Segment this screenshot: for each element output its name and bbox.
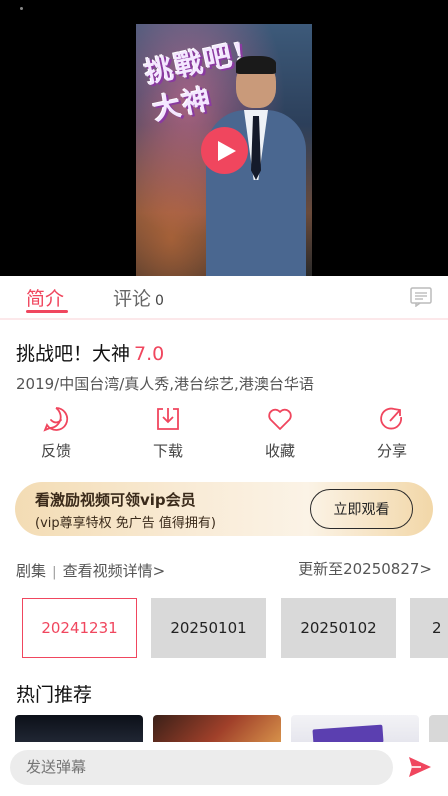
download-button[interactable]: 下载 bbox=[138, 406, 198, 461]
episode-item[interactable]: 20250102 bbox=[281, 598, 396, 658]
recommend-card[interactable] bbox=[15, 715, 143, 745]
show-title: 挑战吧！大神 bbox=[16, 343, 131, 365]
favorite-button[interactable]: 收藏 bbox=[250, 406, 310, 461]
vip-title: 看激励视频可领vip会员 bbox=[35, 491, 196, 509]
danmu-input[interactable] bbox=[10, 750, 393, 785]
episode-list: 20241231 20250101 20250102 2 bbox=[22, 598, 448, 658]
show-score: 7.0 bbox=[134, 343, 165, 365]
details-link[interactable]: 查看视频详情> bbox=[63, 562, 166, 580]
recommend-card[interactable] bbox=[153, 715, 281, 745]
danmu-toggle-icon[interactable] bbox=[410, 287, 432, 311]
hot-recommend-list bbox=[15, 715, 448, 745]
comment-count: 0 bbox=[155, 293, 164, 309]
video-player[interactable]: 挑戰吧!大神 bbox=[0, 0, 448, 276]
tab-active-indicator bbox=[26, 310, 68, 313]
share-icon bbox=[380, 407, 402, 430]
share-button[interactable]: 分享 bbox=[362, 406, 422, 461]
tab-comments[interactable]: 评论 0 bbox=[113, 284, 164, 311]
tab-bar: 简介 评论 0 bbox=[0, 276, 448, 320]
action-bar: 反馈 下载 收藏 分享 bbox=[0, 406, 448, 462]
episode-item[interactable]: 20241231 bbox=[22, 598, 137, 658]
play-icon bbox=[217, 140, 236, 161]
update-status-link[interactable]: 更新至20250827> bbox=[298, 558, 432, 579]
send-button[interactable] bbox=[408, 756, 432, 782]
download-label: 下载 bbox=[152, 442, 183, 460]
watch-now-button[interactable]: 立即观看 bbox=[310, 489, 413, 529]
recommend-card[interactable] bbox=[291, 715, 419, 745]
tab-comments-label: 评论 bbox=[113, 288, 152, 310]
vip-banner[interactable]: 看激励视频可领vip会员 (vip尊享特权 免广告 值得拥有) 立即观看 bbox=[15, 482, 433, 536]
tab-intro[interactable]: 简介 bbox=[26, 284, 64, 311]
heart-icon bbox=[268, 408, 292, 430]
danmu-bar bbox=[0, 742, 448, 796]
share-label: 分享 bbox=[376, 442, 407, 460]
episode-label: 剧集 bbox=[16, 562, 47, 580]
favorite-label: 收藏 bbox=[264, 442, 295, 460]
hot-recommend-title: 热门推荐 bbox=[16, 684, 93, 706]
status-indicator bbox=[20, 7, 23, 10]
show-meta: 2019/中国台湾/真人秀,港台综艺,港澳台华语 bbox=[16, 375, 314, 393]
separator: | bbox=[48, 565, 61, 580]
recommend-card[interactable] bbox=[429, 715, 448, 745]
download-icon bbox=[157, 408, 179, 430]
vip-subtitle: (vip尊享特权 免广告 值得拥有) bbox=[35, 516, 216, 531]
play-button[interactable] bbox=[201, 127, 248, 174]
feedback-icon bbox=[43, 407, 69, 432]
send-icon bbox=[409, 757, 431, 777]
show-title-row: 挑战吧！大神 7.0 bbox=[16, 339, 164, 366]
feedback-button[interactable]: 反馈 bbox=[26, 406, 86, 461]
feedback-label: 反馈 bbox=[40, 442, 71, 460]
episode-item[interactable]: 20250101 bbox=[151, 598, 266, 658]
episode-header: 剧集 | 查看视频详情> bbox=[16, 560, 165, 581]
episode-item[interactable]: 2 bbox=[410, 598, 448, 658]
